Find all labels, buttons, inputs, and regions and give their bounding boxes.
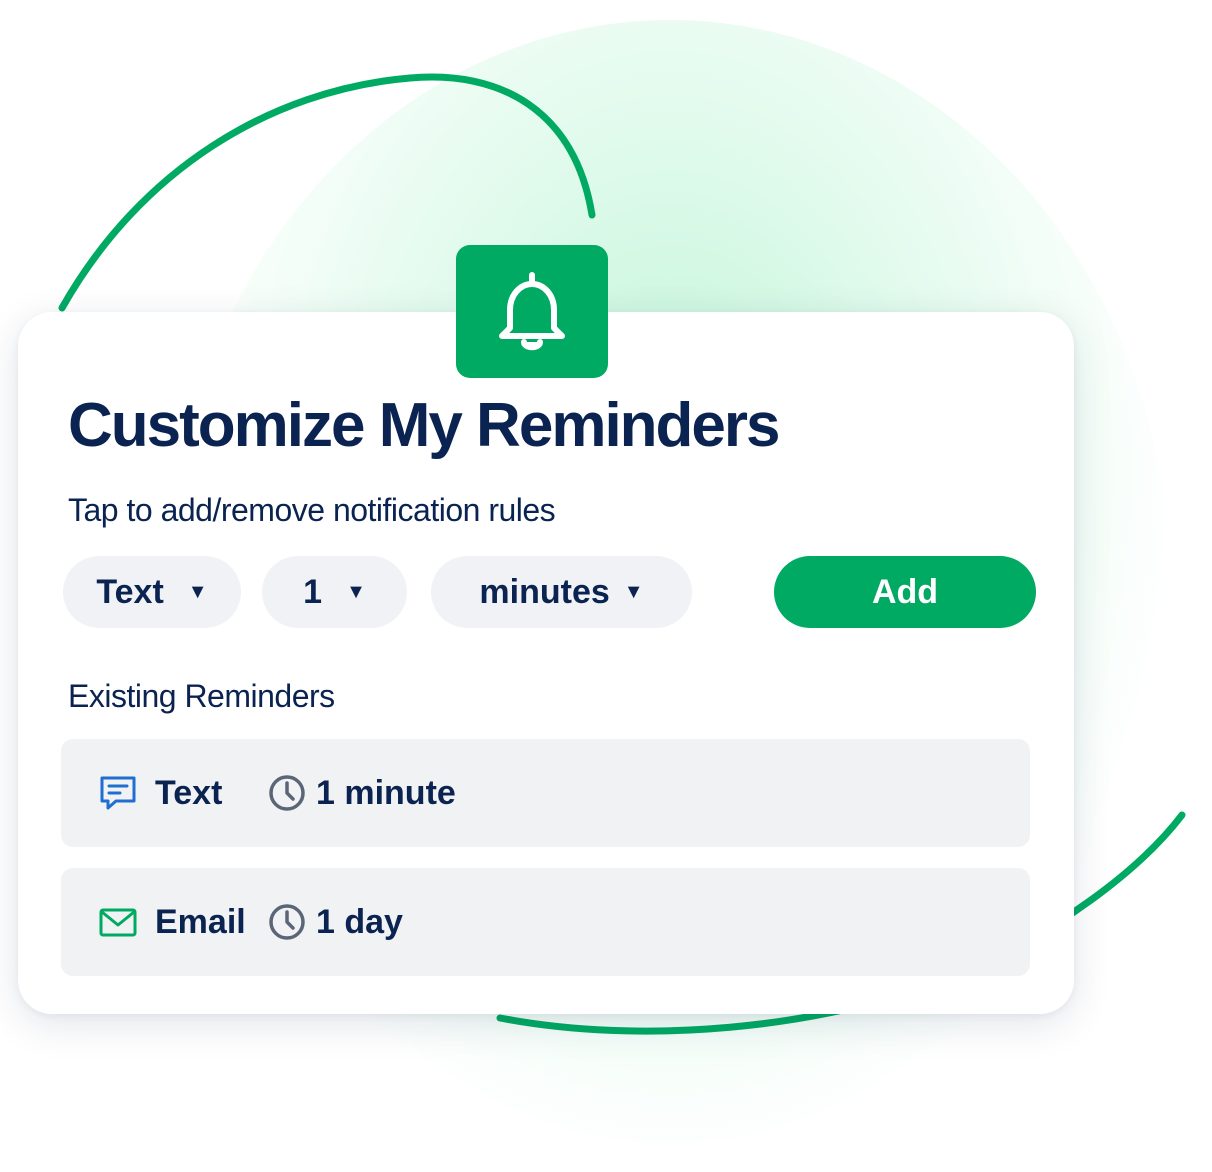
reminder-row[interactable]: Email 1 day bbox=[61, 868, 1030, 976]
reminder-row[interactable]: Text 1 minute bbox=[61, 739, 1030, 847]
bell-icon bbox=[499, 271, 565, 350]
clock-icon bbox=[269, 775, 305, 811]
reminder-duration: 1 day bbox=[316, 903, 403, 941]
unit-select[interactable]: minutes ▼ bbox=[431, 556, 692, 628]
clock-icon bbox=[269, 904, 305, 940]
reminder-channel: Text bbox=[155, 774, 223, 812]
reminder-channel: Email bbox=[155, 903, 246, 941]
amount-select-value: 1 bbox=[303, 572, 323, 611]
unit-select-value: minutes bbox=[479, 572, 610, 611]
chat-icon bbox=[100, 776, 136, 810]
amount-select[interactable]: 1 ▼ bbox=[262, 556, 407, 628]
caret-down-icon: ▼ bbox=[346, 581, 366, 603]
reminder-duration: 1 minute bbox=[316, 774, 456, 812]
caret-down-icon: ▼ bbox=[623, 581, 644, 603]
caret-down-icon: ▼ bbox=[187, 581, 208, 603]
existing-reminders-label: Existing Reminders bbox=[68, 678, 335, 714]
channel-select-value: Text bbox=[96, 572, 164, 611]
bell-badge bbox=[456, 245, 608, 378]
channel-select[interactable]: Text ▼ bbox=[63, 556, 241, 628]
add-button[interactable]: Add bbox=[774, 556, 1036, 628]
envelope-icon bbox=[99, 908, 137, 937]
page-subtitle: Tap to add/remove notification rules bbox=[68, 492, 556, 528]
page-title: Customize My Reminders bbox=[68, 391, 781, 460]
